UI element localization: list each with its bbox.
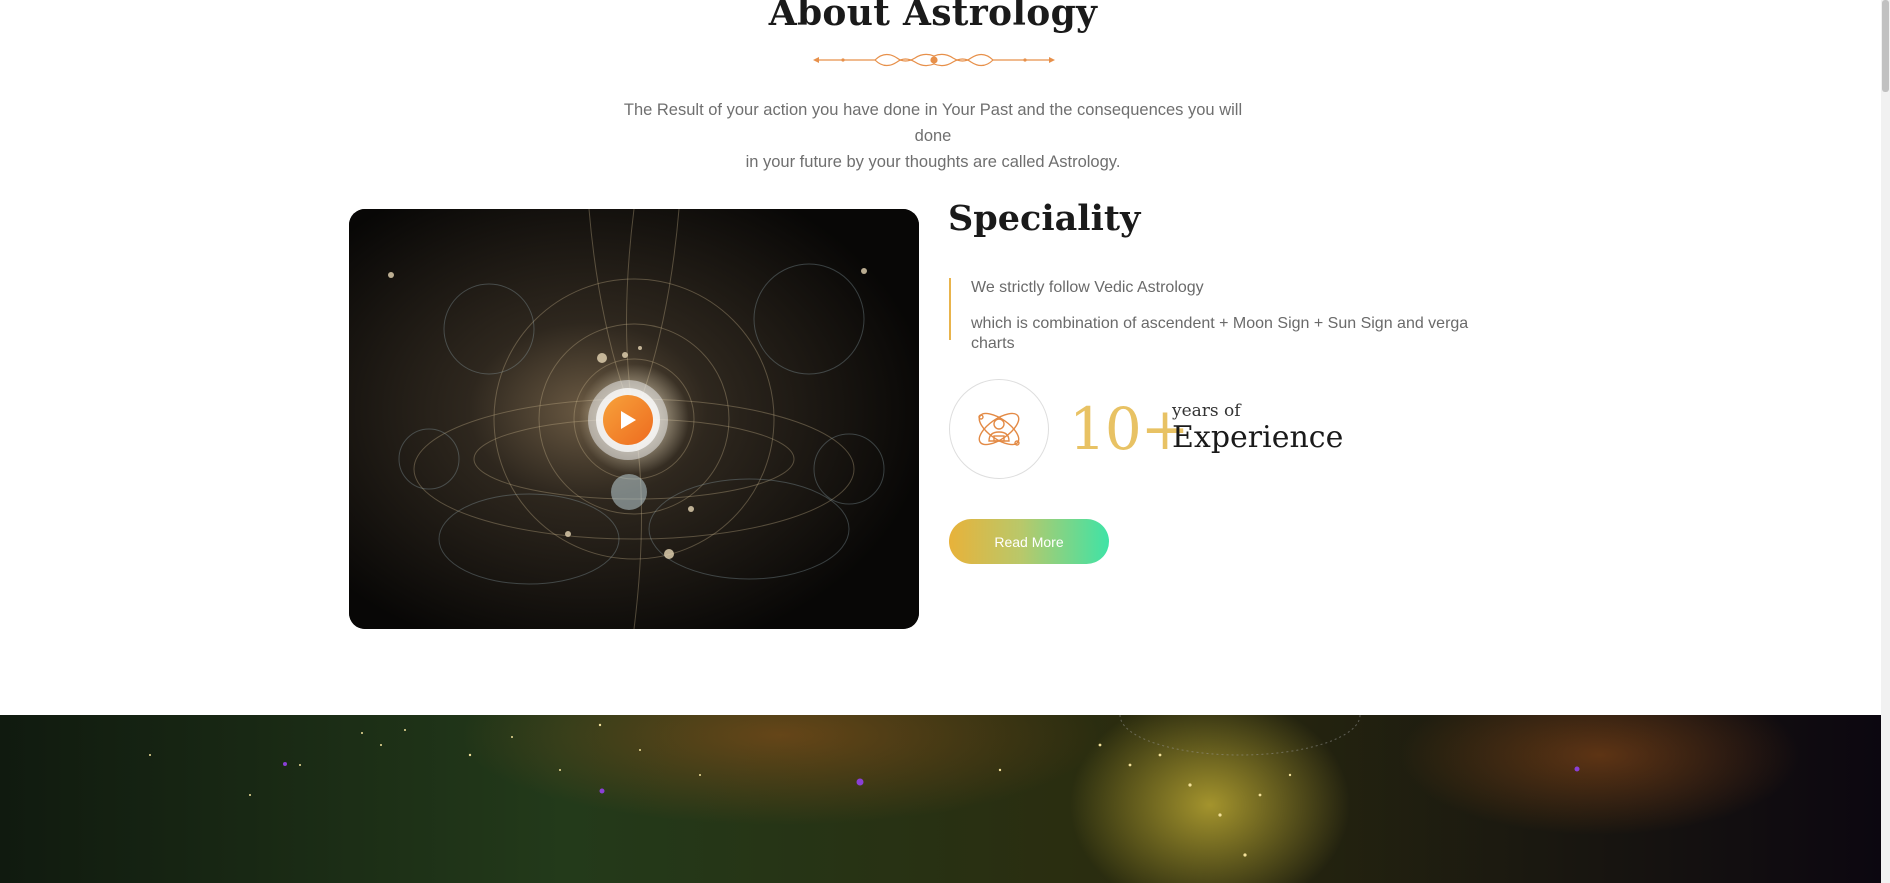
- play-icon: [621, 411, 636, 429]
- play-button[interactable]: [588, 380, 668, 460]
- ornamental-divider-icon: [813, 53, 1055, 67]
- experience-big-label: Experience: [1172, 420, 1344, 455]
- section-title: About Astrology: [768, 0, 1098, 34]
- speciality-line-1: We strictly follow Vedic Astrology: [971, 279, 1204, 296]
- experience-number: 10+: [1069, 395, 1189, 463]
- intro-line-1: The Result of your action you have done …: [623, 101, 1243, 145]
- astrologer-icon: [978, 412, 1020, 446]
- experience-badge: [949, 379, 1049, 479]
- scrollbar-thumb[interactable]: [1882, 0, 1889, 92]
- read-more-button[interactable]: Read More: [949, 519, 1109, 564]
- galaxy-background-band: [0, 715, 1881, 883]
- page-scrollbar[interactable]: [1881, 0, 1890, 883]
- about-astrology-section: About Astrology The Result of your actio…: [0, 0, 1890, 883]
- speciality-line-2: which is combination of ascendent + Moon…: [971, 315, 1469, 352]
- intro-text: The Result of your action you have done …: [615, 97, 1251, 175]
- play-button-ring: [596, 388, 660, 452]
- video-thumbnail[interactable]: [349, 209, 919, 629]
- speciality-heading: Speciality: [948, 198, 1141, 239]
- experience-small-label: years of: [1172, 401, 1241, 421]
- play-button-core: [603, 395, 653, 445]
- nebula-image: [0, 715, 1881, 883]
- speciality-quote: We strictly follow Vedic Astrology which…: [949, 278, 1509, 352]
- intro-line-2: in your future by your thoughts are call…: [745, 153, 1121, 171]
